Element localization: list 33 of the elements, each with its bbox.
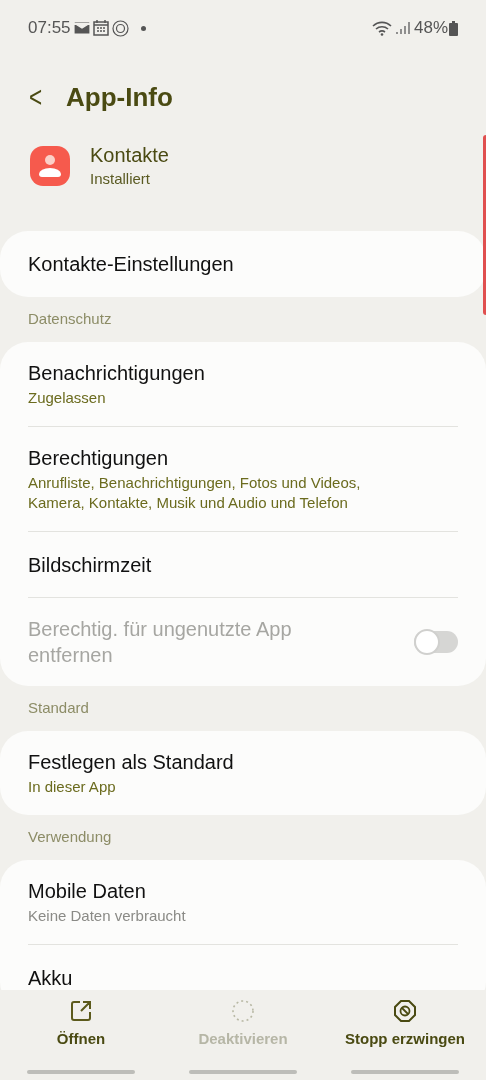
- dashed-circle-icon: [232, 1000, 254, 1022]
- setting-title[interactable]: Kontakte-Einstellungen: [28, 251, 458, 277]
- wifi-icon: [371, 20, 392, 36]
- section-label: Verwendung: [27, 827, 113, 848]
- app-icon: [30, 146, 70, 186]
- section-label: Datenschutz: [27, 309, 113, 330]
- setting-title[interactable]: Benachrichtigungen: [28, 360, 458, 386]
- app-name: Kontakte: [90, 142, 169, 168]
- battery-icon: [449, 20, 458, 36]
- action-button[interactable]: Öffnen: [56, 990, 106, 1051]
- dot-icon: [140, 25, 146, 31]
- page-title: App-Info: [66, 80, 173, 114]
- setting-summary: Zugelassen: [28, 388, 107, 408]
- action-button[interactable]: Stopp erzwingen: [345, 990, 465, 1051]
- signal-icon: [395, 21, 410, 35]
- status-time: 07:55: [28, 17, 71, 40]
- setting-summary: Anrufliste, Benachrichtigungen, Fotos und Videos, Kamera, Kontakte, Musik und Audio und Telefon: [28, 473, 362, 513]
- app-status: Installiert: [90, 168, 152, 189]
- battery-percent: 48%: [413, 17, 448, 40]
- setting-title[interactable]: Berechtigungen: [28, 445, 458, 471]
- section-label: Standard: [27, 698, 90, 719]
- calendar-icon: [92, 20, 109, 36]
- open-external-icon: [70, 1000, 92, 1022]
- back-button[interactable]: <: [29, 82, 47, 112]
- badge-icon: [111, 19, 129, 37]
- setting-title[interactable]: Akku: [28, 964, 458, 991]
- setting-summary: Keine Daten verbraucht: [28, 906, 187, 926]
- mail-icon: [73, 22, 90, 34]
- setting-summary: In dieser App: [28, 777, 117, 797]
- setting-title[interactable]: Festlegen als Standard: [28, 749, 458, 775]
- setting-title[interactable]: Bildschirmzeit: [28, 551, 458, 578]
- stop-icon: [394, 1000, 416, 1022]
- setting-title[interactable]: Mobile Daten: [28, 878, 458, 904]
